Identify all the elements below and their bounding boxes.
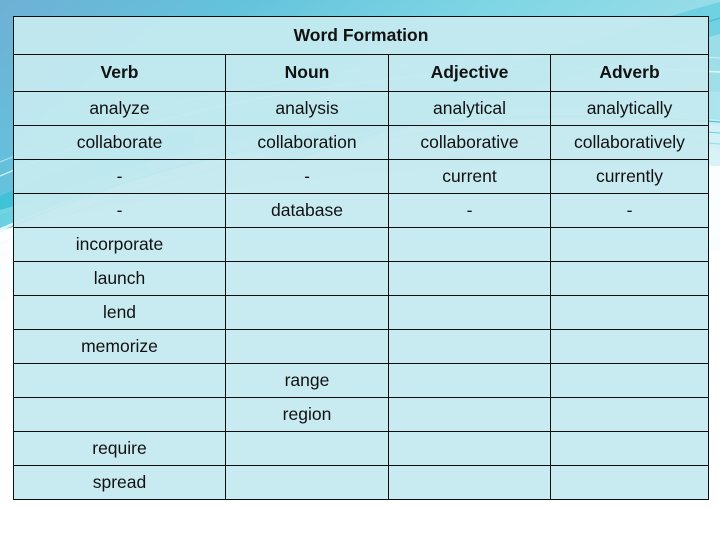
cell-adverb	[550, 431, 709, 466]
table-header-row: Verb Noun Adjective Adverb	[13, 54, 709, 92]
cell-noun	[225, 465, 389, 500]
slide-canvas: Word Formation Verb Noun Adjective Adver…	[0, 0, 720, 540]
cell-verb: spread	[13, 465, 226, 500]
cell-noun	[225, 431, 389, 466]
cell-adjective	[388, 431, 551, 466]
table-row: require	[13, 431, 709, 466]
cell-adverb	[550, 329, 709, 364]
table-row: collaborate collaboration collaborative col…	[13, 125, 709, 160]
cell-adverb	[550, 363, 709, 398]
cell-adjective	[388, 261, 551, 296]
cell-verb: incorporate	[13, 227, 226, 262]
cell-noun: range	[225, 363, 389, 398]
table-title: Word Formation	[13, 16, 709, 55]
cell-verb: require	[13, 431, 226, 466]
cell-adjective	[388, 363, 551, 398]
cell-noun	[225, 227, 389, 262]
cell-adverb: analytically	[550, 91, 709, 126]
cell-adjective	[388, 465, 551, 500]
cell-adverb	[550, 465, 709, 500]
cell-verb	[13, 363, 226, 398]
table-row: range	[13, 363, 709, 398]
cell-adjective	[388, 227, 551, 262]
cell-adjective: collaborative	[388, 125, 551, 160]
word-formation-table: Word Formation Verb Noun Adjective Adver…	[13, 16, 709, 500]
cell-verb: -	[13, 193, 226, 228]
cell-verb: collaborate	[13, 125, 226, 160]
cell-adverb: currently	[550, 159, 709, 194]
cell-verb: analyze	[13, 91, 226, 126]
cell-noun: collaboration	[225, 125, 389, 160]
table-row: spread	[13, 465, 709, 500]
cell-adverb	[550, 295, 709, 330]
cell-noun	[225, 261, 389, 296]
cell-adverb	[550, 397, 709, 432]
cell-noun: region	[225, 397, 389, 432]
cell-verb: launch	[13, 261, 226, 296]
cell-adjective	[388, 295, 551, 330]
cell-verb	[13, 397, 226, 432]
column-header-adverb: Adverb	[550, 54, 709, 92]
table-row: launch	[13, 261, 709, 296]
cell-adverb	[550, 261, 709, 296]
word-formation-table-container: Word Formation Verb Noun Adjective Adver…	[13, 16, 709, 500]
cell-adjective: -	[388, 193, 551, 228]
cell-noun	[225, 329, 389, 364]
cell-noun	[225, 295, 389, 330]
cell-noun: analysis	[225, 91, 389, 126]
cell-adverb	[550, 227, 709, 262]
cell-verb: memorize	[13, 329, 226, 364]
table-row: lend	[13, 295, 709, 330]
table-row: - database - -	[13, 193, 709, 228]
cell-noun: -	[225, 159, 389, 194]
cell-adjective: analytical	[388, 91, 551, 126]
cell-verb: lend	[13, 295, 226, 330]
cell-adverb: -	[550, 193, 709, 228]
column-header-noun: Noun	[225, 54, 389, 92]
table-row: memorize	[13, 329, 709, 364]
cell-verb: -	[13, 159, 226, 194]
table-row: region	[13, 397, 709, 432]
column-header-verb: Verb	[13, 54, 226, 92]
table-title-row: Word Formation	[13, 16, 709, 55]
column-header-adjective: Adjective	[388, 54, 551, 92]
table-row: - - current currently	[13, 159, 709, 194]
cell-adverb: collaboratively	[550, 125, 709, 160]
table-row: analyze analysis analytical analytically	[13, 91, 709, 126]
cell-adjective	[388, 397, 551, 432]
cell-adjective: current	[388, 159, 551, 194]
cell-noun: database	[225, 193, 389, 228]
cell-adjective	[388, 329, 551, 364]
table-row: incorporate	[13, 227, 709, 262]
